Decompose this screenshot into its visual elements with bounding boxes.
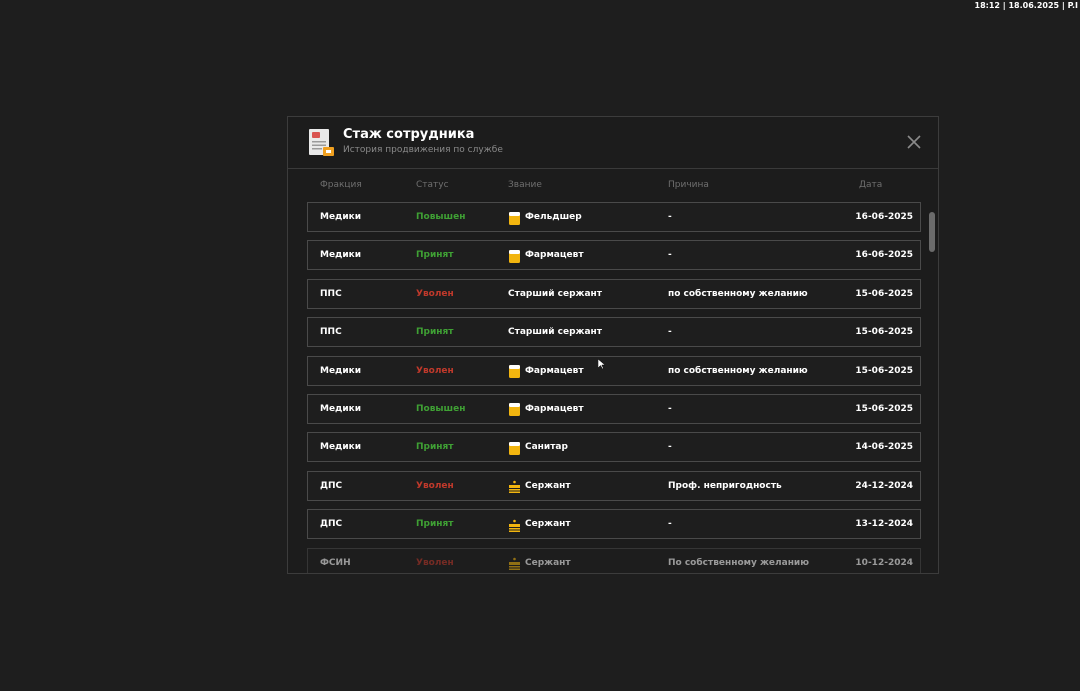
row-reason: - [668,327,672,338]
row-fraction: Медики [320,212,362,222]
column-status: Статус [416,180,449,190]
modal-header: Стаж сотрудника История продвижения по с… [288,117,938,169]
row-fraction: Медики [320,442,362,453]
row-reason: По собственному желанию [668,557,809,568]
row-date: 15-06-2025 [855,288,913,299]
table-row[interactable]: ДПС Уволен Сержант Проф. непригодность 24-12… [307,470,921,501]
modal-subtitle: История продвижения по службе [343,145,503,155]
row-reason: - [668,519,672,530]
table-row[interactable]: ДПС Принят Сержант - 13-12-2024 [307,509,921,540]
clock-date-display: 18:12 | 18.06.2025 | P.I [974,1,1078,10]
table-row[interactable]: Медики Принят Фармацевт - 16-06-2025 [307,240,921,271]
document-icon [309,129,334,156]
row-date: 16-06-2025 [855,212,913,222]
row-reason: - [668,212,672,222]
close-icon[interactable] [906,134,922,150]
mouse-cursor-icon [598,359,606,369]
column-fraction: Фракция [320,180,362,190]
row-rank-label: Сержант [525,480,571,491]
row-rank-label: Фармацевт [525,250,584,261]
row-date: 15-06-2025 [855,403,913,414]
row-rank: Старший сержант [508,280,602,308]
row-rank: Старший сержант [508,318,602,346]
table-row[interactable]: ФСИН Уволен Сержант По собственному желанию… [307,547,921,573]
row-status: Повышен [416,212,466,222]
row-date: 16-06-2025 [855,250,913,261]
table-row[interactable]: Медики Повышен Фельдшер - 16-06-2025 [307,202,921,232]
row-rank-label: Фармацевт [525,403,584,414]
row-fraction: ФСИН [320,557,351,568]
row-rank-label: Сержант [525,519,571,530]
row-date: 15-06-2025 [855,365,913,376]
row-rank-label: Старший сержант [508,288,602,299]
row-status: Уволен [416,288,454,299]
row-status: Уволен [416,480,454,491]
row-fraction: ППС [320,288,342,299]
modal-title: Стаж сотрудника [343,127,475,142]
row-rank: Фармацевт [508,357,584,385]
sergeant-rank-icon [508,555,521,571]
medic-rank-icon [508,401,521,417]
row-rank: Сержант [508,549,571,573]
column-reason: Причина [668,180,709,190]
row-reason: по собственному желанию [668,365,808,376]
row-status: Принят [416,519,454,530]
row-reason: Проф. непригодность [668,480,782,491]
row-rank: Санитар [508,433,568,461]
row-reason: по собственному желанию [668,288,808,299]
scrollbar[interactable] [929,212,935,252]
row-date: 15-06-2025 [855,327,913,338]
sergeant-rank-icon [508,517,521,532]
row-rank: Сержант [508,472,571,500]
row-fraction: ДПС [320,519,343,530]
table-row[interactable]: Медики Повышен Фармацевт - 15-06-2025 [307,393,921,424]
table-row[interactable]: Медики Уволен Фармацевт по собственному жел… [307,355,921,386]
table-row[interactable]: ППС Принят Старший сержант - 15-06-2025 [307,317,921,348]
row-reason: - [668,403,672,414]
row-date: 13-12-2024 [855,519,913,530]
row-status: Повышен [416,403,466,414]
medic-rank-icon [508,248,521,263]
row-reason: - [668,442,672,453]
row-fraction: ППС [320,327,342,338]
row-rank: Сержант [508,510,571,538]
row-date: 14-06-2025 [855,442,913,453]
history-list: Медики Повышен Фельдшер - 16-06-2025 Медики Пр… [307,202,921,573]
row-rank-label: Санитар [525,442,568,453]
row-rank: Фармацевт [508,395,584,423]
row-fraction: ДПС [320,480,343,491]
column-date: Дата [859,180,883,190]
medic-rank-icon [508,210,521,225]
employee-history-modal: Стаж сотрудника История продвижения по с… [287,116,939,574]
row-status: Уволен [416,557,454,568]
row-rank-label: Фармацевт [525,365,584,376]
row-rank-label: Фельдшер [525,212,582,222]
row-date: 10-12-2024 [855,557,913,568]
row-reason: - [668,250,672,261]
medic-rank-icon [508,440,521,455]
row-status: Уволен [416,365,454,376]
row-fraction: Медики [320,365,362,376]
row-rank: Фармацевт [508,241,584,269]
table-header: Фракция Статус Звание Причина Дата [288,180,938,192]
table-row[interactable]: Медики Принят Санитар - 14-06-2025 [307,432,921,463]
row-status: Принят [416,250,454,261]
column-rank: Звание [508,180,542,190]
row-status: Принят [416,442,454,453]
medic-rank-icon [508,363,521,379]
table-row[interactable]: ППС Уволен Старший сержант по собственному … [307,278,921,309]
row-fraction: Медики [320,250,362,261]
row-status: Принят [416,327,454,338]
sergeant-rank-icon [508,478,521,494]
row-date: 24-12-2024 [855,480,913,491]
row-rank-label: Старший сержант [508,327,602,338]
row-rank: Фельдшер [508,203,582,231]
row-fraction: Медики [320,403,362,414]
row-rank-label: Сержант [525,557,571,568]
